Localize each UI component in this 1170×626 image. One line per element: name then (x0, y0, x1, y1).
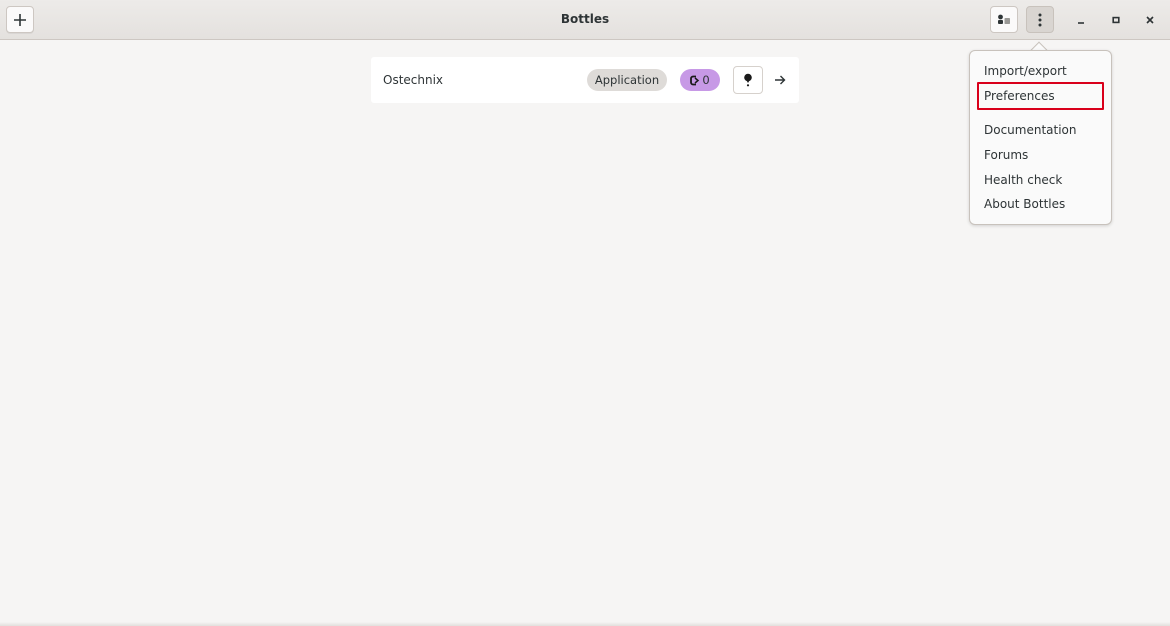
close-button[interactable] (1138, 8, 1162, 32)
minimize-icon (1078, 22, 1084, 24)
versioning-icon (690, 75, 700, 85)
run-icon (744, 73, 752, 87)
menu-item-import-export[interactable]: Import/export (984, 62, 1067, 80)
menu-item-documentation[interactable]: Documentation (984, 121, 1077, 139)
menu-item-health-check[interactable]: Health check (984, 171, 1062, 189)
minimize-button[interactable] (1069, 8, 1093, 32)
maximize-button[interactable] (1104, 8, 1128, 32)
preferences-highlight-box (977, 82, 1104, 110)
versioning-badge: 0 (680, 69, 720, 91)
bottle-name: Ostechnix (383, 73, 444, 87)
maximize-icon (1112, 16, 1120, 24)
vertical-dots-icon (1038, 13, 1042, 26)
run-executable-button[interactable] (733, 66, 763, 94)
arrow-right-icon (775, 75, 786, 85)
menu-separator (970, 115, 1111, 116)
library-icon (998, 14, 1010, 24)
environment-label: Application (594, 73, 660, 87)
library-button[interactable] (990, 6, 1018, 33)
window-bottom-edge (0, 622, 1170, 626)
versioning-count: 0 (702, 73, 710, 87)
open-bottle-button[interactable] (771, 71, 789, 89)
main-menu-button[interactable] (1026, 6, 1054, 33)
menu-item-about[interactable]: About Bottles (984, 195, 1065, 213)
menu-item-forums[interactable]: Forums (984, 146, 1028, 164)
header-bar: Bottles (0, 0, 1170, 40)
environment-badge: Application (587, 69, 667, 91)
close-icon (1146, 16, 1154, 24)
